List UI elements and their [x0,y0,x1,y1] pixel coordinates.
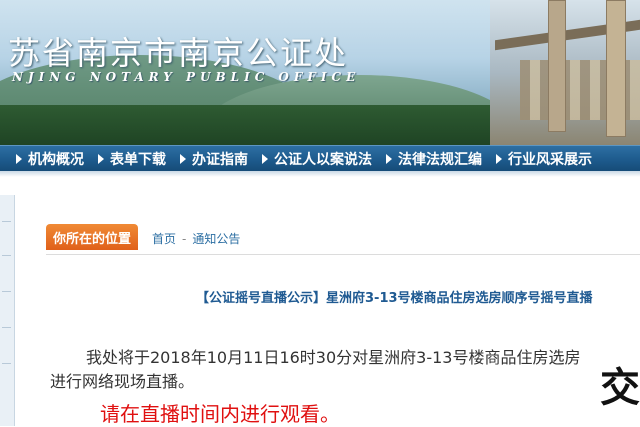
site-title: 苏省南京市南京公证处 [8,34,349,72]
bridge-tower [606,0,626,137]
nav-item-industry[interactable]: 行业风采展示 [494,149,592,169]
article-highlight: 请在直播时间内进行观看。 [100,402,340,426]
location-label: 你所在的位置 [46,224,138,250]
watermark-character: 交 [600,364,640,411]
breadcrumb: 首页 - 通知公告 [152,230,240,247]
nav-shadow [0,171,640,177]
nav-item-organization[interactable]: 机构概况 [14,149,84,169]
location-bar: 你所在的位置 首页 - 通知公告 [46,224,640,255]
nav-item-cases[interactable]: 公证人以案说法 [260,149,372,169]
article-paragraph-continued: 进行网络现场直播。 [50,372,195,391]
breadcrumb-home[interactable]: 首页 [152,232,176,246]
site-subtitle: NJING NOTARY PUBLIC OFFICE [12,70,361,84]
header-banner: 苏省南京市南京公证处 NJING NOTARY PUBLIC OFFICE [0,0,640,145]
nav-item-laws[interactable]: 法律法规汇编 [384,149,482,169]
nav-item-forms-download[interactable]: 表单下载 [96,149,166,169]
nav-item-guide[interactable]: 办证指南 [178,149,248,169]
main-nav: 机构概况 表单下载 办证指南 公证人以案说法 法律法规汇编 行业风采展示 [0,145,640,172]
article-body: 我处将于2018年10月11日16时30分对星洲府3-13号楼商品住房选房 进行… [50,346,640,394]
sidebar-divider [2,255,11,256]
breadcrumb-notices[interactable]: 通知公告 [192,232,240,246]
breadcrumb-separator: - [182,232,187,246]
forest-illustration [0,105,520,145]
article-title: 【公证摇号直播公示】星洲府3-13号楼商品住房选房顺序号摇号直播 [196,291,593,306]
bridge-tower [548,0,566,132]
sidebar-divider [2,327,11,328]
article-paragraph: 我处将于2018年10月11日16时30分对星洲府3-13号楼商品住房选房 [86,348,581,367]
sidebar-divider [2,221,11,222]
sidebar-stub [0,195,15,426]
sidebar-divider [2,363,11,364]
sidebar-divider [2,291,11,292]
